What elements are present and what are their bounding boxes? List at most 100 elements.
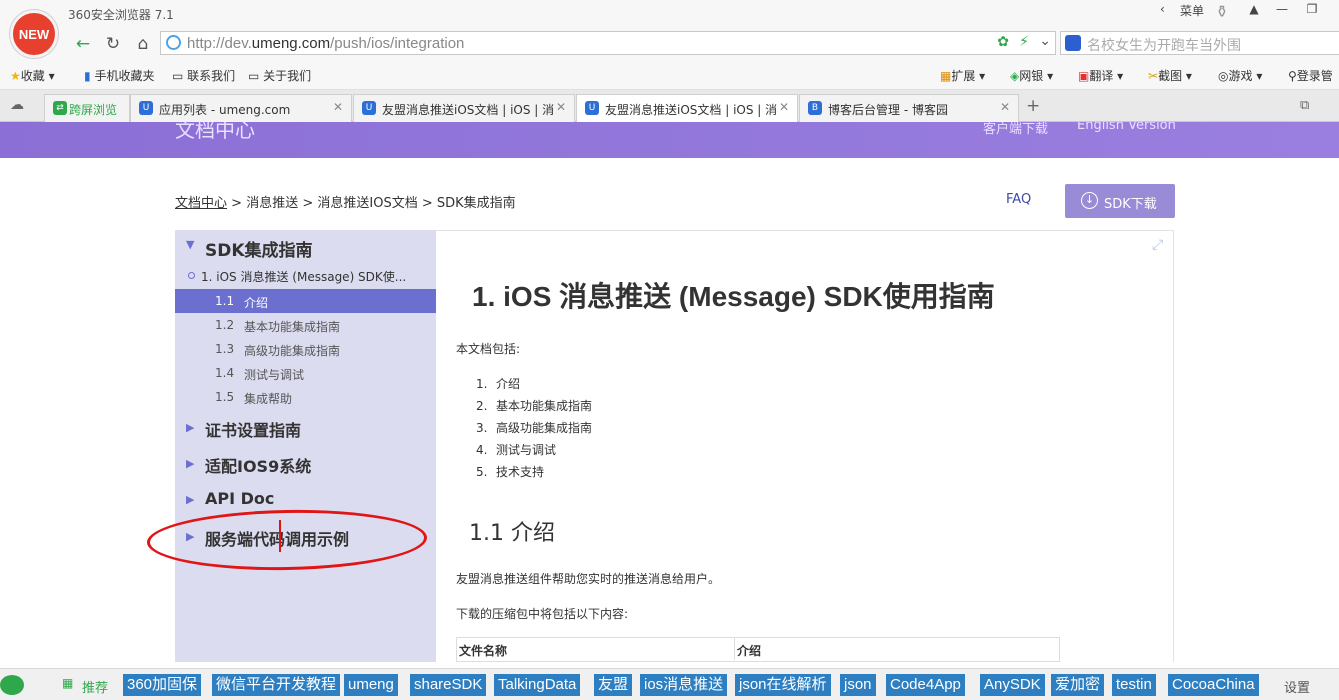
bottom-link[interactable]: json在线解析 xyxy=(735,674,831,696)
close-icon[interactable]: ✕ xyxy=(1000,100,1010,114)
sidebar-item-basic[interactable]: 1.2 基本功能集成指南 xyxy=(175,313,436,337)
star-icon: ★ xyxy=(10,69,21,83)
bottom-link[interactable]: json xyxy=(840,674,876,696)
screenshot-button[interactable]: ✂截图 ▾ xyxy=(1148,67,1192,84)
client-download-link[interactable]: 客户端下载 xyxy=(983,122,1048,137)
bookmarks-bar: ★收藏 ▾ ▮ 手机收藏夹 ▭ 联系我们 ▭ 关于我们 ▦扩展 ▾ ◈网银 ▾ … xyxy=(0,60,1339,90)
menu-chevron-icon[interactable]: ‹ xyxy=(1160,2,1165,22)
close-icon[interactable]: ✕ xyxy=(555,100,566,114)
cnblogs-icon: B xyxy=(808,101,822,115)
ebank-button[interactable]: ◈网银 ▾ xyxy=(1010,67,1053,84)
bookmark-mobile[interactable]: ▮ 手机收藏夹 xyxy=(84,67,154,84)
umeng-icon: U xyxy=(139,101,153,115)
close-icon[interactable]: ✕ xyxy=(333,100,343,114)
bottom-link[interactable]: CocoaChina xyxy=(1168,674,1259,696)
extensions-button[interactable]: ▦扩展 ▾ xyxy=(940,67,985,84)
menu-label[interactable]: 菜单 xyxy=(1180,2,1204,22)
bottom-link[interactable]: testin xyxy=(1112,674,1156,696)
bottom-link[interactable]: AnySDK xyxy=(980,674,1045,696)
back-icon[interactable]: ← xyxy=(72,34,94,54)
settings-link[interactable]: 设置 xyxy=(1284,677,1310,696)
file-table: 文件名称 介绍 xyxy=(456,637,1060,662)
paragraph: 下载的压缩包中将包括以下内容: xyxy=(456,607,629,621)
refresh-icon[interactable]: ↻ xyxy=(102,34,124,54)
list-item[interactable]: 1. 介绍 xyxy=(476,375,520,392)
bottom-link[interactable]: 爱加密 xyxy=(1051,674,1105,696)
bottom-link[interactable]: TalkingData xyxy=(494,674,581,696)
skin-icon[interactable]: ▲ xyxy=(1242,2,1266,22)
doc-center-title[interactable]: 文档中心 xyxy=(175,122,255,143)
bottom-link[interactable]: ios消息推送 xyxy=(640,674,728,696)
cloud-icon[interactable]: ☁ xyxy=(10,97,24,113)
status-icon[interactable] xyxy=(0,675,24,695)
breadcrumb-ios-doc[interactable]: 消息推送IOS文档 xyxy=(317,196,417,211)
collapsed-triangle-icon[interactable]: ▶ xyxy=(186,421,194,434)
bookmark-favorites[interactable]: ★收藏 ▾ xyxy=(10,67,55,84)
cross-screen-icon: ⇄ xyxy=(53,101,67,115)
title-bar: 360安全浏览器 7.1 ‹ 菜单 ⚱ ▲ — ❐ xyxy=(0,0,1339,28)
sidebar-section-cert[interactable]: 证书设置指南 xyxy=(205,417,301,441)
list-item[interactable]: 2. 基本功能集成指南 xyxy=(476,397,592,414)
maximize-icon[interactable]: ❐ xyxy=(1300,2,1324,22)
games-button[interactable]: ◎游戏 ▾ xyxy=(1218,67,1262,84)
recommend-label[interactable]: 推荐 xyxy=(82,677,108,696)
extension-icon: ▦ xyxy=(940,69,952,83)
sidebar-item-intro[interactable]: 1.1 介绍 xyxy=(175,289,436,313)
secure-icon[interactable]: ✿ xyxy=(997,34,1009,50)
bottom-link[interactable]: Code4App xyxy=(886,674,965,696)
new-tab-icon[interactable]: + xyxy=(1026,96,1040,116)
page-icon: ▭ xyxy=(172,69,184,83)
home-icon[interactable]: ⌂ xyxy=(132,34,154,54)
sidebar-item-advanced[interactable]: 1.3 高级功能集成指南 xyxy=(175,337,436,361)
sidebar-item-testing[interactable]: 1.4 测试与调试 xyxy=(175,361,436,385)
sidebar-sub-ios[interactable]: 1. iOS 消息推送 (Message) SDK使... xyxy=(201,268,406,285)
list-item[interactable]: 4. 测试与调试 xyxy=(476,441,556,458)
sdk-download-button[interactable]: ↓ SDK下载 xyxy=(1065,184,1175,218)
bottom-link[interactable]: 友盟 xyxy=(594,674,633,696)
expanded-triangle-icon[interactable]: ▼ xyxy=(186,238,194,251)
translate-icon: ▣ xyxy=(1078,69,1090,83)
fullscreen-icon[interactable]: ⤢ xyxy=(1152,237,1163,253)
tab-cnblogs[interactable]: B 博客后台管理 - 博客园 ✕ xyxy=(799,94,1019,122)
minimize-icon[interactable]: — xyxy=(1270,2,1294,22)
breadcrumb-push[interactable]: 消息推送 xyxy=(246,196,298,211)
english-version-link[interactable]: English Version xyxy=(1077,122,1176,133)
breadcrumb-home[interactable]: 文档中心 xyxy=(175,196,227,211)
tab-umeng-doc-2[interactable]: U 友盟消息推送iOS文档 | iOS | 消 ✕ xyxy=(576,94,798,123)
sidebar-section-api[interactable]: API Doc xyxy=(205,489,274,508)
doc-header: 文档中心 客户端下载 English Version xyxy=(0,122,1339,158)
login-button[interactable]: ⚲登录管 xyxy=(1288,67,1333,84)
bookmark-contact[interactable]: ▭ 联系我们 xyxy=(172,67,235,84)
medal-icon[interactable]: ⚱ xyxy=(1212,2,1232,22)
list-item[interactable]: 5. 技术支持 xyxy=(476,463,544,480)
browser-logo[interactable]: NEW xyxy=(10,10,58,58)
sidebar-item-help[interactable]: 1.5 集成帮助 xyxy=(175,385,436,409)
tab-umeng-doc-1[interactable]: U 友盟消息推送iOS文档 | iOS | 消 ✕ xyxy=(353,94,575,122)
table-header: 介绍 xyxy=(737,644,762,658)
translate-button[interactable]: ▣翻译 ▾ xyxy=(1078,67,1123,84)
dropdown-icon[interactable]: ⌄ xyxy=(1039,33,1051,49)
bottom-link[interactable]: 360加固保 xyxy=(123,674,202,696)
bottom-link[interactable]: umeng xyxy=(344,674,398,696)
close-icon[interactable]: ✕ xyxy=(778,100,789,114)
bottom-link[interactable]: shareSDK xyxy=(410,674,487,696)
tab-bar: ☁ ⇄ 跨屏浏览 U 应用列表 - umeng.com ✕ U 友盟消息推送iO… xyxy=(0,90,1339,123)
faq-link[interactable]: FAQ xyxy=(1006,192,1031,207)
sidebar-section-ios9[interactable]: 适配IOS9系统 xyxy=(205,453,311,477)
tab-app-list[interactable]: U 应用列表 - umeng.com ✕ xyxy=(130,94,352,122)
bottom-link[interactable]: 微信平台开发教程 xyxy=(212,674,341,696)
speed-icon[interactable]: ⚡ xyxy=(1019,34,1029,50)
collapsed-triangle-icon[interactable]: ▶ xyxy=(186,457,194,470)
bookmark-about[interactable]: ▭ 关于我们 xyxy=(248,67,311,84)
tab-cross-screen[interactable]: ⇄ 跨屏浏览 xyxy=(44,94,130,122)
collapsed-triangle-icon[interactable]: ▶ xyxy=(186,493,194,506)
doc-content: ⤢ 1. iOS 消息推送 (Message) SDK使用指南 本文档包括: 1… xyxy=(436,230,1174,662)
phone-icon: ▮ xyxy=(84,69,91,83)
sidebar-section-sdk[interactable]: SDK集成指南 xyxy=(205,236,313,261)
section-heading: 1.1 介绍 xyxy=(469,521,555,546)
umeng-icon: U xyxy=(585,101,599,115)
search-input[interactable]: 名校女生为开跑车当外围 xyxy=(1060,31,1339,55)
url-input[interactable]: http://dev.umeng.com/push/ios/integratio… xyxy=(160,31,1056,55)
list-item[interactable]: 3. 高级功能集成指南 xyxy=(476,419,592,436)
tab-list-icon[interactable]: ⧉ xyxy=(1300,98,1309,113)
